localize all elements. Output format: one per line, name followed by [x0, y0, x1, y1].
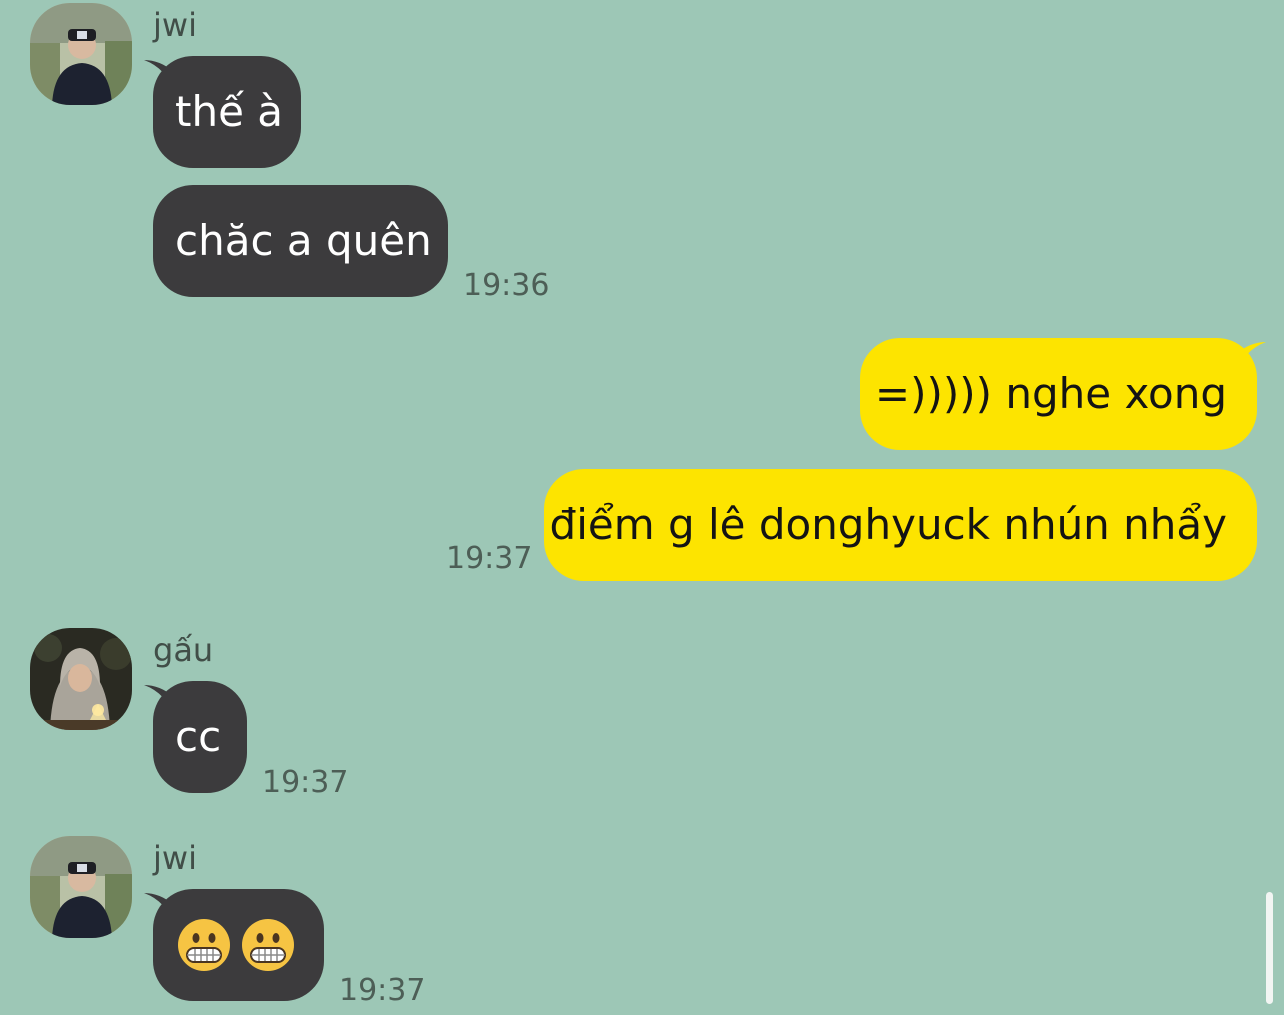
- grimacing-face-icon: [242, 919, 294, 971]
- message-bubble[interactable]: chăc a quên: [153, 185, 448, 297]
- avatar-jwi[interactable]: [30, 836, 132, 938]
- grimacing-face-icon: [178, 919, 230, 971]
- message-bubble[interactable]: điểm g lê donghyuck nhún nhẩy: [544, 469, 1257, 581]
- emoji-message-bubble[interactable]: [153, 889, 324, 1001]
- message-bubble[interactable]: =))))) nghe xong: [860, 338, 1257, 450]
- emoji-row: [177, 918, 295, 972]
- message-bubble[interactable]: thế à: [153, 56, 301, 168]
- message-timestamp: 19:36: [463, 268, 550, 303]
- profile-photo-jwi-icon: [30, 3, 132, 105]
- scrollbar-thumb[interactable]: [1266, 892, 1273, 1004]
- sender-name: jwi: [153, 6, 197, 44]
- profile-photo-gau-icon: [30, 628, 132, 730]
- message-timestamp: 19:37: [339, 973, 426, 1008]
- avatar-jwi[interactable]: [30, 3, 132, 105]
- message-timestamp: 19:37: [446, 541, 533, 576]
- message-bubble[interactable]: cc: [153, 681, 247, 793]
- avatar-gau[interactable]: [30, 628, 132, 730]
- message-timestamp: 19:37: [262, 765, 349, 800]
- sender-name: gấu: [153, 631, 214, 669]
- profile-photo-jwi-icon: [30, 836, 132, 938]
- sender-name: jwi: [153, 839, 197, 877]
